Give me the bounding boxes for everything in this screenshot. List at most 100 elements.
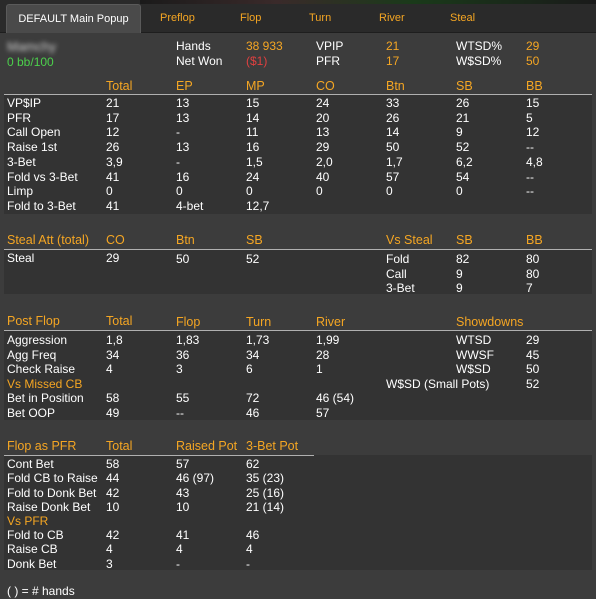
postflop-row-label: Check Raise — [7, 362, 76, 377]
preflop-cell: 12 — [526, 125, 540, 140]
vs-steal-cell: 80 — [526, 266, 540, 281]
preflop-cell: 40 — [316, 169, 330, 184]
preflop-row-label: Fold to 3-Bet — [7, 198, 76, 213]
preflop-cell: 13 — [176, 140, 190, 155]
preflop-header-total: Total — [106, 79, 133, 93]
postflop-header-river: River — [316, 315, 346, 329]
vs-steal-row-label: 3-Bet — [386, 281, 415, 296]
vs-steal-header-bb: BB — [526, 233, 543, 247]
preflop-cell: 5 — [526, 110, 533, 125]
preflop-cell: 15 — [526, 96, 540, 110]
preflop-cell: 0 — [456, 184, 463, 199]
tab-preflop[interactable]: Preflop — [160, 4, 220, 33]
tab-flop[interactable]: Flop — [240, 4, 290, 33]
wtsd-label: WTSD% — [456, 39, 502, 53]
preflop-cell: 52 — [456, 140, 470, 155]
preflop-cell: 26 — [386, 110, 400, 125]
preflop-row-label: Call Open — [7, 125, 61, 140]
flop-pfr-row-label: Fold CB to Raise — [7, 471, 98, 486]
flop-pfr-header-raised-pot: Raised Pot — [176, 439, 238, 453]
preflop-row-label: PFR — [7, 110, 31, 125]
vs-pfr-cell: - — [176, 556, 180, 571]
postflop-cell: 28 — [316, 347, 330, 362]
vs-steal-cell: 9 — [456, 266, 463, 281]
tab-river[interactable]: River — [379, 4, 429, 33]
postflop-divider — [4, 330, 592, 331]
tab-default-main-popup[interactable]: DEFAULT Main Popup — [6, 4, 141, 33]
preflop-cell: 12,7 — [246, 198, 270, 213]
showdown-value: 50 — [526, 362, 540, 377]
vs-pfr-row-label: Fold to CB — [7, 528, 64, 542]
preflop-cell: 0 — [386, 184, 393, 199]
flop-pfr-cell: 10 — [106, 499, 120, 514]
postflop-cell: 3 — [176, 362, 183, 377]
netwon-value: ($1) — [246, 54, 268, 68]
preflop-cell: 13 — [316, 125, 330, 140]
tab-bar: DEFAULT Main Popup Preflop Flop Turn Riv… — [0, 0, 596, 33]
missed-cb-cell: 55 — [176, 391, 190, 405]
tab-steal[interactable]: Steal — [450, 4, 500, 33]
wsd-label: W$SD% — [456, 54, 502, 68]
flop-pfr-cell: 57 — [176, 457, 190, 471]
preflop-cell: 16 — [246, 140, 260, 155]
vs-pfr-cell: 42 — [106, 528, 120, 542]
player-name: Mamchy — [7, 39, 57, 54]
missed-cb-cell: 49 — [106, 405, 120, 420]
preflop-cell: 41 — [106, 169, 120, 184]
preflop-cell: 1,5 — [246, 154, 263, 169]
vs-steal-title: Vs Steal — [386, 233, 433, 247]
preflop-cell: 20 — [316, 110, 330, 125]
preflop-row-label: Limp — [7, 184, 34, 199]
postflop-cell: 1 — [316, 362, 323, 377]
hands-value: 38 933 — [246, 39, 283, 53]
postflop-cell: 34 — [246, 347, 260, 362]
missed-cb-cell: 58 — [106, 391, 120, 405]
preflop-header-bb: BB — [526, 79, 543, 93]
vs-steal-header-sb: SB — [456, 233, 473, 247]
preflop-cell: - — [176, 125, 180, 140]
preflop-header-sb: SB — [456, 79, 473, 93]
player-bb100: 0 bb/100 — [7, 55, 54, 69]
postflop-cell: 1,8 — [106, 333, 123, 347]
preflop-cell: 50 — [386, 140, 400, 155]
flop-pfr-cell: 62 — [246, 457, 260, 471]
vs-pfr-cell: - — [246, 556, 250, 571]
showdown-label: W$SD (Small Pots) — [386, 376, 490, 391]
vs-steal-cell: 7 — [526, 281, 533, 296]
flop-pfr-row-label: Cont Bet — [7, 457, 54, 471]
vpip-label: VPIP — [316, 39, 344, 53]
wtsd-value: 29 — [526, 39, 540, 53]
showdown-label: WWSF — [456, 347, 494, 362]
steal-value-co: 29 — [106, 251, 120, 265]
postflop-title: Post Flop — [7, 314, 60, 328]
tab-turn[interactable]: Turn — [309, 4, 359, 33]
preflop-cell: 24 — [316, 96, 330, 110]
preflop-cell: 26 — [106, 140, 120, 155]
preflop-cell: 21 — [106, 96, 120, 110]
flop-pfr-cell: 43 — [176, 485, 190, 500]
preflop-cell: 54 — [456, 169, 470, 184]
flop-pfr-cell: 10 — [176, 499, 190, 514]
preflop-cell: 1,7 — [386, 154, 403, 169]
missed-cb-cell: 46 (54) — [316, 391, 355, 405]
flop-pfr-cell: 25 (16) — [246, 485, 285, 500]
missed-cb-cell: 57 — [316, 405, 330, 420]
preflop-cell: 24 — [246, 169, 260, 184]
postflop-row-label: Aggression — [7, 333, 68, 347]
vs-pfr-cell: 4 — [106, 542, 113, 557]
postflop-header-turn: Turn — [246, 315, 272, 329]
showdown-label: WTSD — [456, 333, 492, 347]
flop-pfr-cell: 21 (14) — [246, 499, 285, 514]
flop-pfr-row-label: Raise Donk Bet — [7, 499, 91, 514]
vs-pfr-cell: 46 — [246, 528, 260, 542]
postflop-band — [4, 330, 592, 420]
vs-pfr-cell: 4 — [246, 542, 253, 557]
preflop-header-mp: MP — [246, 79, 265, 93]
preflop-cell: -- — [526, 140, 534, 155]
preflop-cell: -- — [526, 169, 534, 184]
vs-steal-row-label: Fold — [386, 252, 410, 266]
preflop-cell: 13 — [176, 110, 190, 125]
preflop-cell: 4,8 — [526, 154, 543, 169]
preflop-cell: -- — [526, 184, 534, 199]
preflop-cell: 0 — [176, 184, 183, 199]
